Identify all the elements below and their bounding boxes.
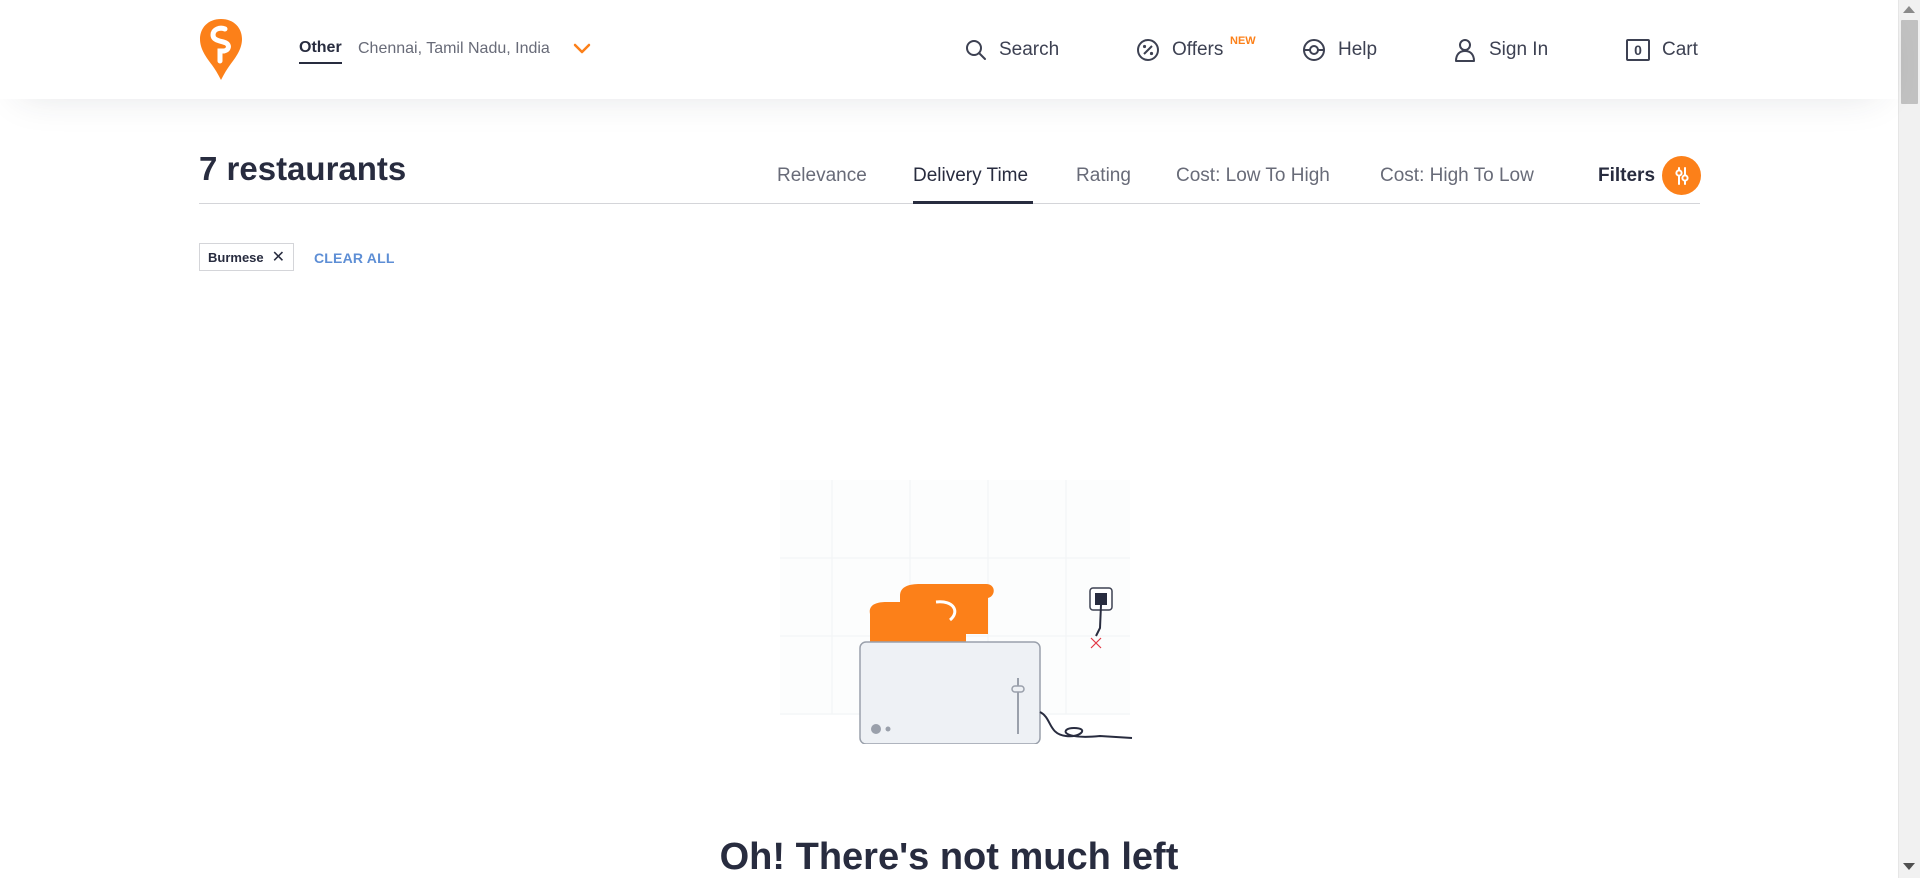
cart-bag-icon: 0 xyxy=(1626,39,1650,61)
lifebuoy-icon xyxy=(1303,39,1325,61)
toast-front xyxy=(869,602,972,648)
filter-sliders-icon[interactable] xyxy=(1662,156,1701,195)
close-icon[interactable]: ✕ xyxy=(272,247,285,267)
cart-count: 0 xyxy=(1634,42,1642,58)
nav-cart[interactable]: 0 Cart xyxy=(1626,37,1698,63)
nav-help[interactable]: Help xyxy=(1302,37,1377,63)
top-header: Other Chennai, Tamil Nadu, India Search … xyxy=(0,0,1898,99)
filter-chip-burmese: Burmese ✕ xyxy=(199,243,295,271)
restaurant-count-title: 7 restaurants xyxy=(199,150,407,187)
nav-sign-in-label: Sign In xyxy=(1489,39,1549,60)
nav-help-label: Help xyxy=(1338,39,1378,60)
scroll-down-arrow-icon[interactable] xyxy=(1903,863,1915,870)
scroll-up-arrow-icon[interactable] xyxy=(1903,6,1915,13)
sort-rating[interactable]: Rating xyxy=(1076,164,1131,188)
nav-offers-label: Offers xyxy=(1172,39,1224,60)
sort-relevance[interactable]: Relevance xyxy=(777,164,867,188)
sort-delivery-time[interactable]: Delivery Time xyxy=(913,164,1028,188)
empty-toaster-illustration xyxy=(780,480,1133,744)
location-label[interactable]: Other xyxy=(299,39,342,64)
chevron-down-icon[interactable] xyxy=(572,38,592,58)
sort-cost-high-to-low[interactable]: Cost: High To Low xyxy=(1380,164,1534,188)
page-scrollbar[interactable] xyxy=(1898,0,1920,878)
offers-new-badge: NEW xyxy=(1230,35,1256,47)
location-address[interactable]: Chennai, Tamil Nadu, India xyxy=(358,40,550,58)
swiggy-logo-icon[interactable] xyxy=(198,17,244,83)
nav-sign-in[interactable]: Sign In xyxy=(1453,37,1548,63)
clear-all-button[interactable]: CLEAR ALL xyxy=(314,250,395,266)
search-icon xyxy=(966,40,986,60)
filter-chip-label: Burmese xyxy=(208,249,264,265)
nav-search[interactable]: Search xyxy=(965,37,1059,63)
scroll-thumb[interactable] xyxy=(1901,20,1918,104)
offer-percent-icon xyxy=(1137,39,1159,61)
nav-cart-label: Cart xyxy=(1662,39,1698,60)
user-icon xyxy=(1455,39,1475,62)
nav-offers[interactable]: Offers xyxy=(1136,37,1223,63)
empty-state-title: Oh! There's not much left xyxy=(719,836,1179,878)
sort-cost-low-to-high[interactable]: Cost: Low To High xyxy=(1176,164,1330,188)
nav-search-label: Search xyxy=(999,39,1060,60)
active-sort-underline xyxy=(913,201,1033,204)
filters-button[interactable]: Filters xyxy=(1598,164,1655,188)
